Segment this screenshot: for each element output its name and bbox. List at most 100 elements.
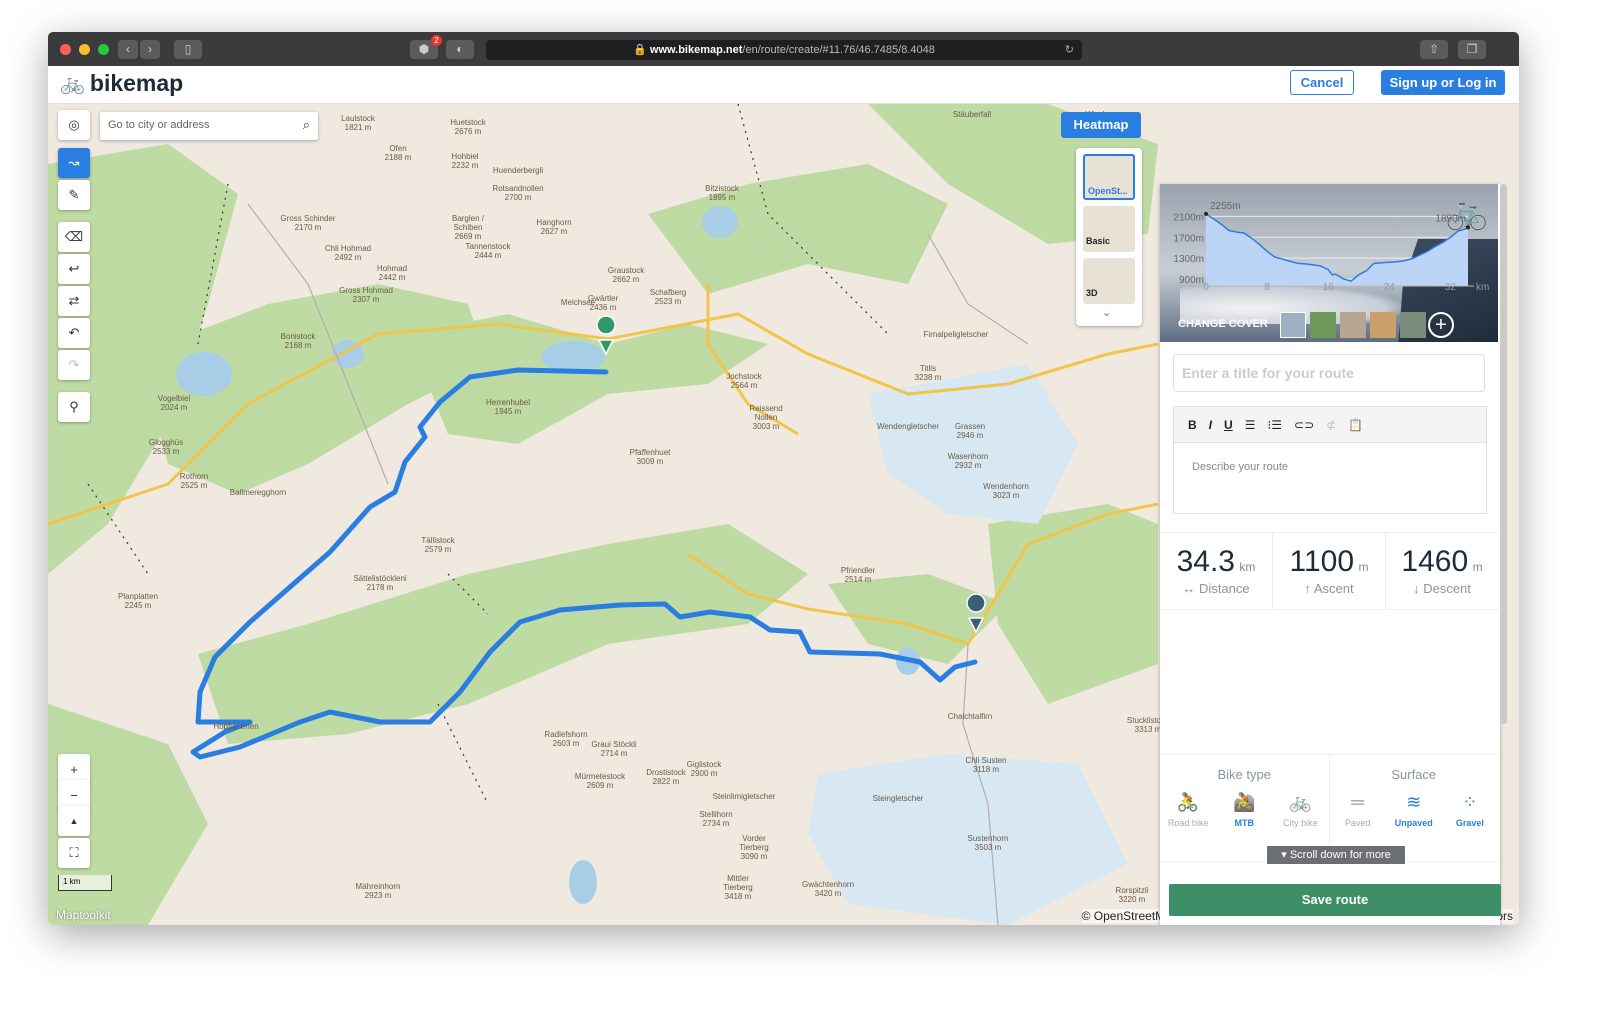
surface-option-unpaved[interactable]: ≋ Unpaved xyxy=(1388,792,1440,828)
add-poi-icon[interactable]: ⚲ xyxy=(58,392,90,422)
stat-label: Ascent xyxy=(1313,581,1354,596)
url-path: /en/route/create/#11.76/46.7485/8.4048 xyxy=(742,44,935,56)
unlink-icon[interactable]: ⊄ xyxy=(1326,418,1336,432)
route-stats: 34.3 km ↔ Distance 1100 m ↑ Ascent 1460 m ↓… xyxy=(1160,532,1498,610)
bullet-list-icon[interactable]: ⁝☰ xyxy=(1267,418,1282,432)
return-icon[interactable]: ↩ xyxy=(58,254,90,284)
road-bike-icon: 🚴 xyxy=(1176,792,1200,812)
save-route-button[interactable]: Save route xyxy=(1169,884,1501,916)
bike-option-road[interactable]: 🚴 Road bike xyxy=(1162,792,1214,828)
layer-openstreetmap[interactable]: OpenSt... xyxy=(1083,154,1135,200)
route-draw-icon[interactable]: ↝ xyxy=(58,148,90,178)
elevation-profile-chart[interactable]: 900m 1300m 1700m 2100m 0 8 16 24 32 km 2255m 1890m xyxy=(1160,184,1498,314)
panel-scrollbar[interactable] xyxy=(1501,184,1507,724)
logo[interactable]: 🚲 bikemap xyxy=(60,70,183,97)
map-label: Gross Schinder 2170 m xyxy=(280,214,336,232)
undo-icon[interactable]: ↶ xyxy=(58,318,90,348)
stat-unit: m xyxy=(1358,560,1369,574)
map-label: Rorspitzli 3220 m xyxy=(1115,886,1149,904)
reverse-icon[interactable]: ⇄ xyxy=(58,286,90,316)
bold-button[interactable]: B xyxy=(1188,418,1197,432)
url-host: www.bikemap.net xyxy=(649,44,743,56)
arrow-down-icon: ↓ xyxy=(1413,581,1420,596)
shield-icon[interactable]: ◐ xyxy=(446,40,474,59)
forest-area xyxy=(988,504,1158,704)
compass-north-icon[interactable]: ▲ xyxy=(58,806,90,836)
layer-3d[interactable]: 3D xyxy=(1083,258,1135,304)
extension-badge: 2 xyxy=(431,35,442,46)
map-label: Ofen 2188 m xyxy=(384,144,412,162)
scroll-down-hint[interactable]: ▾ Scroll down for more xyxy=(1267,846,1405,864)
cover-thumbnail[interactable] xyxy=(1280,312,1306,338)
back-icon[interactable]: ‹ xyxy=(118,40,138,59)
map-label: Rothorn 2525 m xyxy=(179,472,209,490)
surface-option-paved[interactable]: ═ Paved xyxy=(1332,792,1384,828)
minimize-window-button[interactable] xyxy=(79,44,90,55)
option-label: MTB xyxy=(1234,818,1254,828)
ordered-list-icon[interactable]: ☰ xyxy=(1245,418,1256,432)
bike-option-mtb[interactable]: 🚵 MTB xyxy=(1218,792,1270,828)
map-label: Glogghüs 2533 m xyxy=(148,438,184,456)
underline-button[interactable]: U xyxy=(1224,418,1233,432)
map-label: Gwärtler 2436 m xyxy=(587,294,619,312)
locate-icon[interactable]: ◎ xyxy=(58,110,90,140)
fullscreen-icon[interactable]: ⛶ xyxy=(58,838,90,868)
cable-car xyxy=(437,703,489,805)
browser-window: ‹ › ▯ ⬢ 2 ◐ 🔒 www.bikemap.net/en/route/cr… xyxy=(48,32,1519,925)
lake xyxy=(541,341,605,373)
map-label: Gross Hohmad 2307 m xyxy=(339,286,393,304)
map-label: Graui Stöckli 2714 m xyxy=(591,740,637,758)
search-icon[interactable]: ⌕ xyxy=(303,117,310,133)
unpaved-icon: ≋ xyxy=(1406,792,1422,812)
map[interactable]: Laulstock 1821 m Huetstock 2676 m Ofen 218… xyxy=(48,104,1519,925)
cover-thumbnail[interactable] xyxy=(1400,312,1426,338)
cancel-button[interactable]: Cancel xyxy=(1290,70,1354,95)
map-scale: 1 km xyxy=(58,875,112,891)
italic-button[interactable]: I xyxy=(1209,418,1212,432)
address-bar[interactable]: 🔒 www.bikemap.net/en/route/create/#11.76… xyxy=(486,40,1082,60)
option-label: Paved xyxy=(1344,818,1371,828)
y-tick-label: 900m xyxy=(1179,275,1204,286)
change-cover-label[interactable]: CHANGE COVER xyxy=(1178,318,1268,330)
cover-thumbnail[interactable] xyxy=(1340,312,1366,338)
map-label: Tannenstock 2444 m xyxy=(465,242,511,260)
signup-login-button[interactable]: Sign up or Log in xyxy=(1381,70,1505,95)
link-icon[interactable]: ⊂⊃ xyxy=(1294,418,1314,432)
reload-icon[interactable]: ↻ xyxy=(1065,40,1074,60)
eraser-icon[interactable]: ⌫ xyxy=(58,222,90,252)
tabs-icon[interactable]: ❐ xyxy=(1458,40,1486,59)
bike-option-city[interactable]: 🚲 City bike xyxy=(1274,792,1326,828)
close-window-button[interactable] xyxy=(60,44,71,55)
chevron-down-icon[interactable]: ⌄ xyxy=(1102,306,1111,319)
cover-thumbnail[interactable] xyxy=(1370,312,1396,338)
paste-icon[interactable]: 📋 xyxy=(1348,418,1363,432)
x-tick-label: 24 xyxy=(1384,282,1396,293)
stat-value: 1460 xyxy=(1401,545,1469,578)
surface-option-gravel[interactable]: ⁘ Gravel xyxy=(1444,792,1496,828)
map-label: Stellihorn 2734 m xyxy=(699,810,733,828)
stat-unit: m xyxy=(1472,560,1483,574)
layer-basic[interactable]: Basic xyxy=(1083,206,1135,252)
sidebar-toggle-icon[interactable]: ▯ xyxy=(174,40,202,59)
redo-icon[interactable]: ↷ xyxy=(58,350,90,380)
pencil-icon[interactable]: ✎ xyxy=(58,180,90,210)
map-label: Schafberg 2523 m xyxy=(649,288,687,306)
add-cover-icon[interactable]: + xyxy=(1428,312,1454,338)
map-label: Rotsandnollen 2700 m xyxy=(492,184,544,202)
forward-icon[interactable]: › xyxy=(140,40,160,59)
extension-icon[interactable]: ⬢ 2 xyxy=(410,35,442,59)
cover-thumbnail[interactable] xyxy=(1310,312,1336,338)
bike-logo-icon: 🚲 xyxy=(60,73,85,95)
map-label: Gwächtenhorn 3420 m xyxy=(801,880,855,898)
route-title-input[interactable]: Enter a title for your route xyxy=(1173,354,1485,392)
maximize-window-button[interactable] xyxy=(98,44,109,55)
share-icon[interactable]: ⇧ xyxy=(1420,40,1448,59)
browser-titlebar: ‹ › ▯ ⬢ 2 ◐ 🔒 www.bikemap.net/en/route/cr… xyxy=(48,32,1519,66)
x-tick-label: 32 xyxy=(1445,282,1457,293)
heatmap-button[interactable]: Heatmap xyxy=(1061,112,1141,138)
search-input[interactable]: Go to city or address ⌕ xyxy=(100,112,318,140)
description-editor[interactable]: B I U ☰ ⁝☰ ⊂⊃ ⊄ 📋 Describe your route xyxy=(1173,406,1487,514)
map-label: Barglen / Schiben 2669 m xyxy=(451,214,485,241)
trail xyxy=(927,233,1029,345)
map-label: Firnalpeligletscher xyxy=(923,330,989,339)
